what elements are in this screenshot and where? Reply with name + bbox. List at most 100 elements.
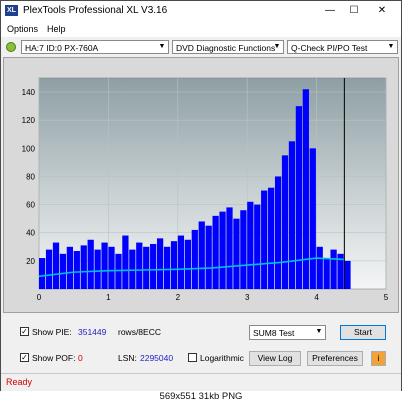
start-button[interactable]: Start — [340, 325, 386, 340]
logarithmic-checkbox[interactable] — [188, 353, 197, 362]
window-title: PlexTools Professional XL V3.16 — [23, 5, 168, 16]
bar — [184, 239, 191, 289]
menu-bar: Options Help — [1, 21, 401, 37]
bar — [205, 225, 212, 289]
info-icon[interactable]: i — [371, 351, 386, 366]
bar — [198, 221, 205, 289]
bar — [288, 141, 296, 289]
title-bar: XL PlexTools Professional XL V3.16 — ☐ ✕ — [1, 1, 401, 21]
pie-unit: rows/8ECC — [118, 327, 161, 337]
bar — [240, 210, 247, 289]
plextools-icon: XL — [5, 5, 18, 16]
bar — [295, 106, 303, 289]
bar — [156, 238, 164, 289]
bar — [122, 235, 129, 289]
close-button[interactable]: ✕ — [371, 3, 393, 19]
bar — [170, 241, 178, 289]
chevron-down-icon: ▼ — [158, 43, 166, 50]
show-pof-checkbox[interactable]: ✓ — [20, 353, 29, 362]
bar — [274, 176, 282, 289]
menu-help[interactable]: Help — [47, 24, 66, 34]
logarithmic-label: Logarithmic — [200, 353, 244, 363]
sum-test-value: SUM8 Test — [253, 328, 295, 338]
y-tick-label: 140 — [22, 88, 36, 97]
bar — [80, 245, 87, 289]
bar — [226, 207, 233, 289]
bar — [191, 229, 198, 289]
drive-status-icon — [6, 42, 16, 52]
test-select-value: Q-Check PI/PO Test — [291, 43, 368, 53]
bar — [344, 260, 351, 289]
drive-select-value: HA:7 ID:0 PX-760A — [25, 43, 99, 53]
pie-chart: 20 40 60 80 100 120 140 0 1 2 3 4 5 — [22, 77, 389, 302]
show-pof-label: Show POF: — [32, 353, 76, 363]
chevron-down-icon: ▼ — [387, 43, 395, 50]
bar — [101, 242, 108, 289]
function-select-value: DVD Diagnostic Functions — [176, 43, 276, 53]
bar — [66, 246, 74, 289]
bar — [73, 251, 80, 289]
view-log-button[interactable]: View Log — [249, 351, 301, 366]
status-bar: Ready — [1, 373, 401, 392]
bar — [330, 249, 337, 289]
bar — [281, 155, 289, 289]
minimize-button[interactable]: — — [319, 3, 341, 19]
bar — [323, 258, 330, 289]
x-tick-label: 3 — [245, 293, 250, 302]
show-pie-label: Show PIE: — [32, 327, 72, 337]
bar — [143, 246, 150, 289]
bar — [261, 190, 268, 289]
pie-value: 351449 — [78, 327, 107, 337]
bar — [212, 215, 219, 289]
bar — [87, 239, 94, 289]
drive-select[interactable]: HA:7 ID:0 PX-760A ▼ — [21, 40, 169, 54]
image-caption: 569x551 31kb PNG — [0, 391, 402, 404]
menu-options[interactable]: Options — [7, 24, 38, 34]
test-select[interactable]: Q-Check PI/PO Test ▼ — [287, 40, 398, 54]
x-tick-label: 0 — [37, 293, 42, 302]
function-select[interactable]: DVD Diagnostic Functions ▼ — [172, 40, 284, 54]
bar — [45, 249, 53, 289]
bar — [268, 187, 275, 289]
lsn-value: 2295040 — [140, 353, 174, 363]
bar — [150, 243, 157, 289]
preferences-button[interactable]: Preferences — [307, 351, 363, 366]
y-tick-label: 80 — [26, 172, 35, 181]
bar — [59, 253, 67, 289]
bar — [309, 148, 316, 289]
bar — [163, 246, 171, 289]
bar — [39, 258, 46, 289]
bar — [247, 201, 254, 289]
bar — [219, 211, 226, 289]
y-tick-label: 20 — [26, 257, 35, 266]
bar — [94, 249, 101, 289]
x-tick-label: 1 — [106, 293, 111, 302]
x-tick-label: 5 — [384, 293, 389, 302]
bar — [108, 246, 115, 289]
maximize-button[interactable]: ☐ — [343, 3, 365, 19]
y-tick-label: 60 — [26, 201, 35, 210]
sum-test-select[interactable]: SUM8 Test ▼ — [249, 325, 326, 340]
chevron-down-icon: ▼ — [273, 43, 281, 50]
toolbar: HA:7 ID:0 PX-760A ▼ DVD Diagnostic Funct… — [1, 38, 401, 58]
show-pie-checkbox[interactable]: ✓ — [20, 327, 29, 336]
chevron-down-icon: ▼ — [315, 328, 323, 335]
status-text: Ready — [6, 377, 33, 387]
bar — [136, 242, 143, 289]
y-tick-label: 120 — [22, 116, 36, 125]
x-tick-label: 4 — [314, 293, 319, 302]
bar — [52, 242, 60, 289]
y-tick-label: 100 — [22, 144, 36, 153]
y-tick-label: 40 — [26, 229, 35, 238]
chart-panel: 20 40 60 80 100 120 140 0 1 2 3 4 5 — [3, 57, 399, 313]
x-tick-label: 2 — [176, 293, 181, 302]
bar — [177, 235, 185, 289]
bar — [129, 249, 136, 289]
stats-area: ✓ Show PIE: 351449 rows/8ECC ✓ Show POF:… — [1, 315, 401, 371]
bar — [115, 253, 122, 289]
bar — [233, 218, 240, 289]
pof-value: 0 — [78, 353, 83, 363]
app-window: XL PlexTools Professional XL V3.16 — ☐ ✕… — [0, 0, 402, 393]
bar — [254, 204, 261, 289]
bar — [316, 246, 323, 289]
